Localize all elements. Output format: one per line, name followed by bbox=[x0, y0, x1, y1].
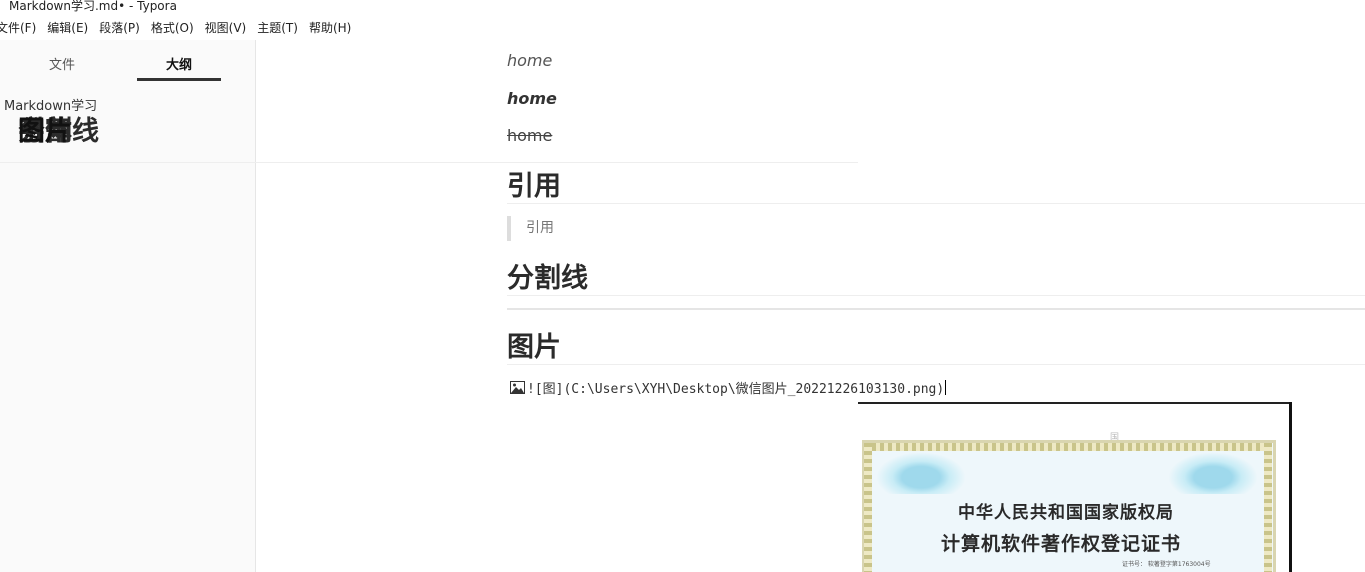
certificate-number: 证书号： 软著登字第1763004号 bbox=[1122, 561, 1211, 568]
image-border-right bbox=[1289, 402, 1292, 572]
tab-files[interactable]: 文件 bbox=[20, 54, 104, 73]
menu-view[interactable]: 视图(V) bbox=[200, 19, 253, 37]
image-icon bbox=[510, 380, 525, 394]
image-border-top bbox=[858, 402, 1290, 404]
editor-area[interactable]: home home home 引用 引用 分割线 图片 ![图](C:\User… bbox=[507, 40, 1365, 572]
menu-help[interactable]: 帮助(H) bbox=[304, 19, 357, 37]
strikethrough-text: home bbox=[507, 126, 553, 145]
certificate-ornament-right bbox=[1168, 452, 1258, 494]
menu-format[interactable]: 格式(O) bbox=[146, 19, 200, 37]
tab-outline[interactable]: 大纲 bbox=[137, 54, 221, 73]
certificate-border-left bbox=[864, 443, 872, 572]
certificate-ornament-left bbox=[876, 452, 966, 494]
text-caret bbox=[945, 379, 947, 395]
heading-quote: 引用 bbox=[507, 164, 1365, 204]
italic-text: home bbox=[507, 51, 553, 70]
image-source-text: ![图](C:\Users\XYH\Desktop\微信图片_202212261… bbox=[527, 381, 945, 397]
certificate-title-line1: 中华人民共和国国家版权局 bbox=[958, 503, 1174, 523]
certificate-border-right bbox=[1264, 443, 1272, 572]
certificate-border-pattern bbox=[864, 443, 1272, 451]
blockquote: 引用 bbox=[507, 216, 554, 241]
menu-theme[interactable]: 主题(T) bbox=[252, 19, 304, 37]
heading-image: 图片 bbox=[507, 325, 1365, 365]
heading-divider: 分割线 bbox=[507, 256, 1365, 296]
window-title: Markdown学习.md• - Typora bbox=[9, 0, 177, 13]
bold-italic-text: home bbox=[507, 89, 557, 108]
menu-file[interactable]: 文件(F) bbox=[0, 19, 42, 37]
sidebar: 文件 大纲 Markdown学习 字体 引用 分割线 图片 bbox=[0, 40, 858, 572]
horizontal-rule bbox=[507, 308, 1365, 310]
menu-paragraph[interactable]: 段落(P) bbox=[94, 19, 146, 37]
outline-list: Markdown学习 字体 引用 分割线 图片 bbox=[0, 98, 858, 163]
menu-bar: 文件(F) 编辑(E) 段落(P) 格式(O) 视图(V) 主题(T) 帮助(H… bbox=[0, 19, 357, 37]
active-tab-indicator bbox=[137, 78, 221, 81]
certificate-title-line2: 计算机软件著作权登记证书 bbox=[941, 533, 1182, 555]
menu-edit[interactable]: 编辑(E) bbox=[42, 19, 94, 37]
certificate-image: 国 中华人民共和国国家版权局 计算机软件著作权登记证书 证书号： 软著登字第17… bbox=[858, 402, 1294, 572]
image-markdown-source[interactable]: ![图](C:\Users\XYH\Desktop\微信图片_202212261… bbox=[510, 377, 947, 397]
sidebar-tabs: 文件 大纲 bbox=[0, 40, 255, 82]
